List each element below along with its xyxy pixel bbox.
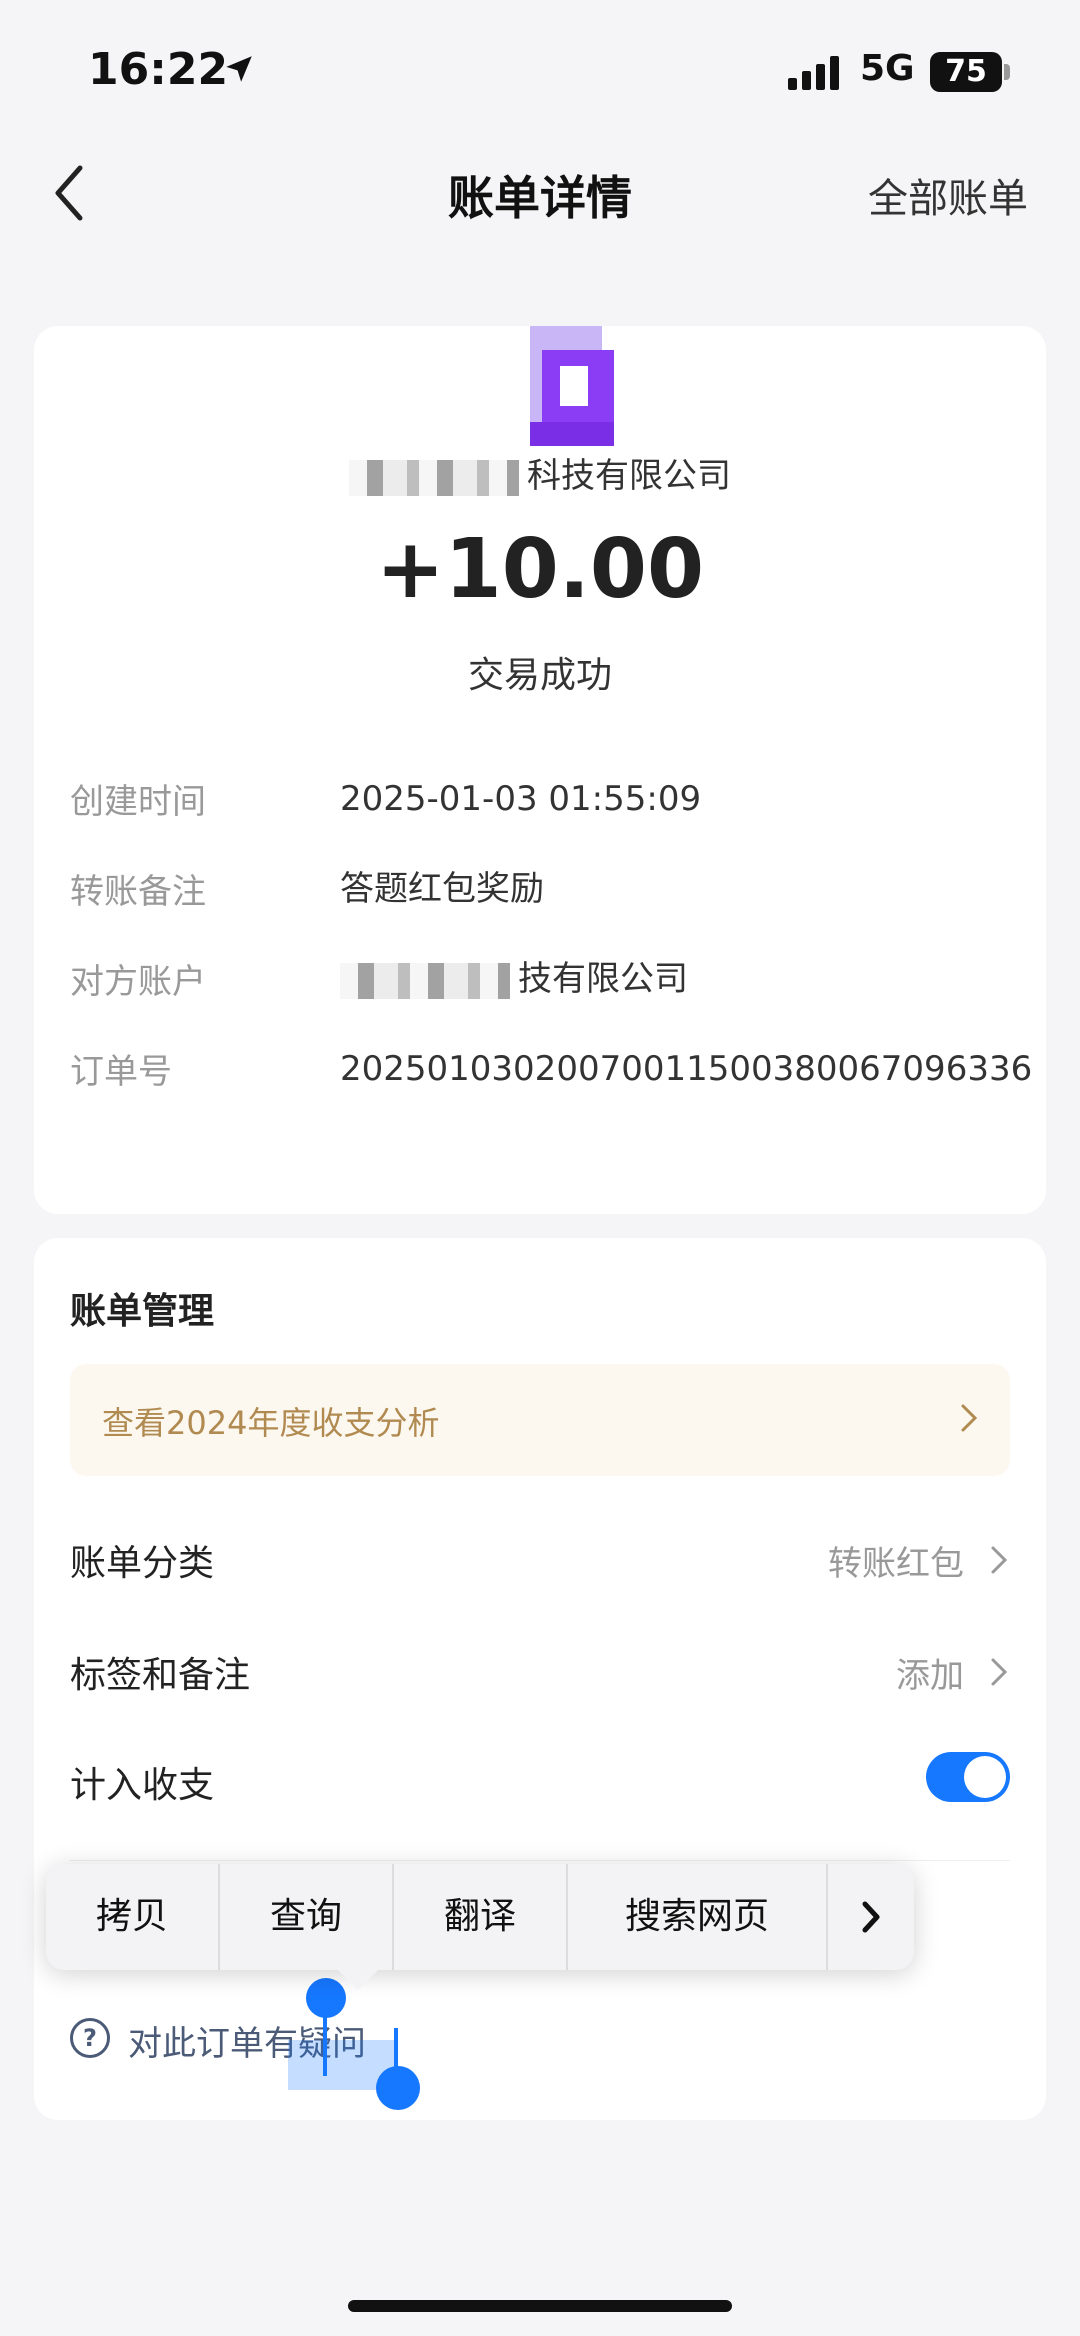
signal-bars-icon	[788, 56, 839, 90]
detail-value: 2025-01-03 01:55:09	[340, 779, 702, 819]
chevron-right-icon	[862, 1901, 880, 1933]
tags-notes-value: 添加	[896, 1656, 964, 1696]
status-bar: 16:22 5G 75	[0, 0, 1080, 140]
merchant-logo-icon	[530, 326, 614, 446]
network-label: 5G	[860, 48, 915, 89]
include-in-stats-toggle[interactable]	[926, 1752, 1010, 1802]
question-circle-icon: ?	[70, 2018, 110, 2058]
transaction-summary-card: 科技有限公司 +10.00 交易成功 创建时间 2025-01-03 01:55…	[34, 326, 1046, 1214]
copy-menu-item[interactable]: 拷贝	[46, 1864, 220, 1970]
context-menu-pointer	[336, 1968, 380, 1990]
chevron-right-icon	[991, 1658, 1008, 1686]
text-context-menu: 拷贝 查询 翻译 搜索网页	[46, 1864, 914, 1970]
detail-label: 创建时间	[70, 782, 206, 822]
detail-label: 对方账户	[70, 962, 206, 1002]
detail-value: 20250103020070011500380067096336	[340, 1049, 1033, 1089]
more-menu-button[interactable]	[828, 1864, 914, 1970]
selection-start-bar	[323, 2010, 327, 2076]
tags-notes-label: 标签和备注	[70, 1655, 251, 1696]
location-arrow-icon	[226, 56, 252, 82]
detail-label: 订单号	[70, 1052, 172, 1092]
battery-tip	[1004, 64, 1010, 80]
chevron-right-icon	[961, 1404, 978, 1432]
toggle-knob	[964, 1756, 1006, 1798]
lookup-menu-item[interactable]: 查询	[220, 1864, 394, 1970]
detail-value: 答题红包奖励	[340, 869, 544, 909]
bill-category-row[interactable]: 账单分类 转账红包	[70, 1520, 1010, 1600]
transaction-status: 交易成功	[467, 655, 612, 696]
transaction-amount: +10.00	[375, 522, 705, 617]
all-bills-link[interactable]: 全部账单	[868, 166, 1028, 224]
translate-menu-item[interactable]: 翻译	[394, 1864, 568, 1970]
search-web-menu-item[interactable]: 搜索网页	[568, 1864, 828, 1970]
bill-category-value: 转账红包	[828, 1544, 964, 1584]
include-in-stats-row: 计入收支	[70, 1742, 1010, 1822]
detail-label: 转账备注	[70, 872, 206, 912]
include-in-stats-label: 计入收支	[70, 1765, 215, 1806]
chevron-right-icon	[991, 1546, 1008, 1574]
redacted-text	[340, 962, 510, 999]
detail-value: 技有限公司	[340, 954, 1040, 1004]
redacted-text	[349, 459, 519, 496]
home-indicator[interactable]	[348, 2300, 732, 2312]
bill-management-card: 账单管理 查看2024年度收支分析 账单分类 转账红包 标签和备注 添加 计入收…	[34, 1238, 1046, 2120]
tags-notes-row[interactable]: 标签和备注 添加	[70, 1632, 1010, 1712]
bill-category-label: 账单分类	[70, 1543, 215, 1584]
merchant-name: 科技有限公司	[34, 448, 1046, 497]
status-time: 16:22	[88, 44, 229, 95]
battery-indicator: 75	[930, 52, 1002, 92]
selection-end-handle[interactable]	[376, 2066, 420, 2110]
divider	[70, 1860, 1010, 1861]
section-title: 账单管理	[70, 1291, 215, 1332]
annual-analysis-banner[interactable]: 查看2024年度收支分析	[70, 1364, 1010, 1476]
annual-analysis-text: 查看2024年度收支分析	[102, 1404, 440, 1442]
